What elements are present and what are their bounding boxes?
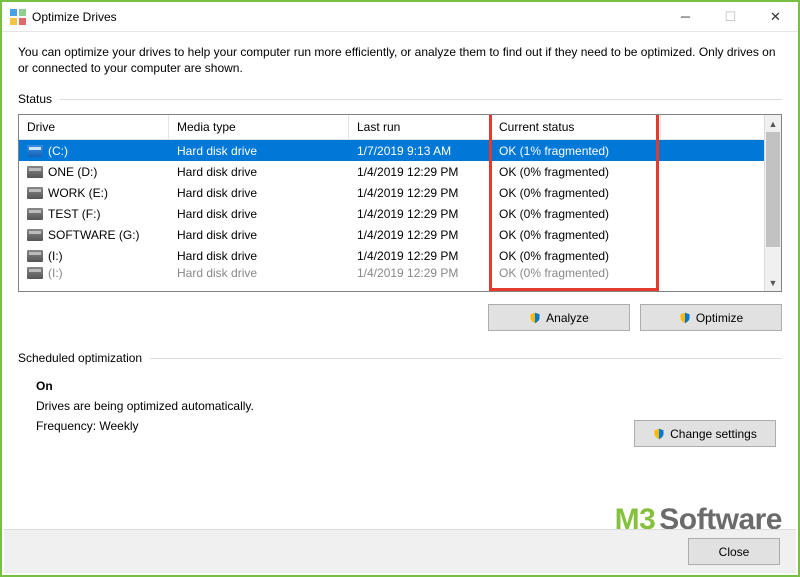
footer-bar: Close	[4, 529, 796, 573]
defrag-icon	[10, 9, 26, 25]
drive-name: (I:)	[48, 249, 63, 263]
table-row[interactable]: (C:) Hard disk drive1/7/2019 9:13 AMOK (1…	[19, 140, 764, 161]
analyze-button[interactable]: Analyze	[488, 304, 630, 331]
drive-icon	[27, 250, 43, 262]
drive-icon	[27, 187, 43, 199]
minimize-button[interactable]: ─	[663, 2, 708, 31]
col-header-lastrun[interactable]: Last run	[349, 115, 491, 139]
table-row[interactable]: (I:) Hard disk drive1/4/2019 12:29 PMOK (…	[19, 245, 764, 266]
last-run: 1/4/2019 12:29 PM	[349, 207, 491, 221]
table-row[interactable]: ONE (D:) Hard disk drive1/4/2019 12:29 PM…	[19, 161, 764, 182]
schedule-label: Scheduled optimization	[18, 351, 782, 365]
media-type: Hard disk drive	[169, 228, 349, 242]
current-status: OK (0% fragmented)	[491, 228, 661, 242]
current-status: OK (0% fragmented)	[491, 165, 661, 179]
drive-icon	[27, 145, 43, 157]
schedule-state: On	[36, 379, 782, 393]
current-status: OK (0% fragmented)	[491, 186, 661, 200]
media-type: Hard disk drive	[169, 144, 349, 158]
list-scrollbar[interactable]: ▲ ▼	[764, 115, 781, 291]
media-type: Hard disk drive	[169, 165, 349, 179]
table-row[interactable]: (I:)Hard disk drive1/4/2019 12:29 PMOK (…	[19, 266, 764, 280]
shield-icon	[679, 311, 691, 325]
col-header-media[interactable]: Media type	[169, 115, 349, 139]
drive-icon	[27, 208, 43, 220]
drive-name: SOFTWARE (G:)	[48, 228, 140, 242]
scroll-thumb[interactable]	[766, 132, 780, 247]
status-label: Status	[18, 92, 782, 106]
col-header-drive[interactable]: Drive	[19, 115, 169, 139]
scroll-up-icon[interactable]: ▲	[765, 115, 781, 132]
col-header-status[interactable]: Current status	[491, 115, 661, 139]
last-run: 1/7/2019 9:13 AM	[349, 144, 491, 158]
current-status: OK (0% fragmented)	[491, 207, 661, 221]
description-text: You can optimize your drives to help you…	[18, 44, 782, 76]
media-type: Hard disk drive	[169, 207, 349, 221]
drive-name: TEST (F:)	[48, 207, 100, 221]
optimize-button[interactable]: Optimize	[640, 304, 782, 331]
schedule-desc: Drives are being optimized automatically…	[36, 399, 782, 413]
list-header[interactable]: Drive Media type Last run Current status	[19, 115, 764, 140]
media-type: Hard disk drive	[169, 249, 349, 263]
shield-icon	[529, 311, 541, 325]
last-run: 1/4/2019 12:29 PM	[349, 249, 491, 263]
last-run: 1/4/2019 12:29 PM	[349, 228, 491, 242]
close-dialog-button[interactable]: Close	[688, 538, 780, 565]
window-title: Optimize Drives	[32, 10, 117, 24]
change-settings-button[interactable]: Change settings	[634, 420, 776, 447]
current-status: OK (0% fragmented)	[491, 249, 661, 263]
maximize-button[interactable]: ☐	[708, 2, 753, 31]
drive-icon	[27, 267, 43, 279]
table-row[interactable]: TEST (F:) Hard disk drive1/4/2019 12:29 P…	[19, 203, 764, 224]
table-row[interactable]: WORK (E:) Hard disk drive1/4/2019 12:29 P…	[19, 182, 764, 203]
drives-list: Drive Media type Last run Current status…	[18, 114, 782, 292]
titlebar: Optimize Drives ─ ☐ ✕	[2, 2, 798, 32]
table-row[interactable]: SOFTWARE (G:) Hard disk drive1/4/2019 12:…	[19, 224, 764, 245]
media-type: Hard disk drive	[169, 186, 349, 200]
last-run: 1/4/2019 12:29 PM	[349, 165, 491, 179]
drive-name: WORK (E:)	[48, 186, 108, 200]
shield-icon	[653, 427, 665, 441]
drive-icon	[27, 229, 43, 241]
current-status: OK (1% fragmented)	[491, 144, 661, 158]
drive-name: (C:)	[48, 144, 68, 158]
drive-icon	[27, 166, 43, 178]
scroll-down-icon[interactable]: ▼	[765, 274, 781, 291]
drive-name: ONE (D:)	[48, 165, 97, 179]
last-run: 1/4/2019 12:29 PM	[349, 186, 491, 200]
close-button[interactable]: ✕	[753, 2, 798, 31]
